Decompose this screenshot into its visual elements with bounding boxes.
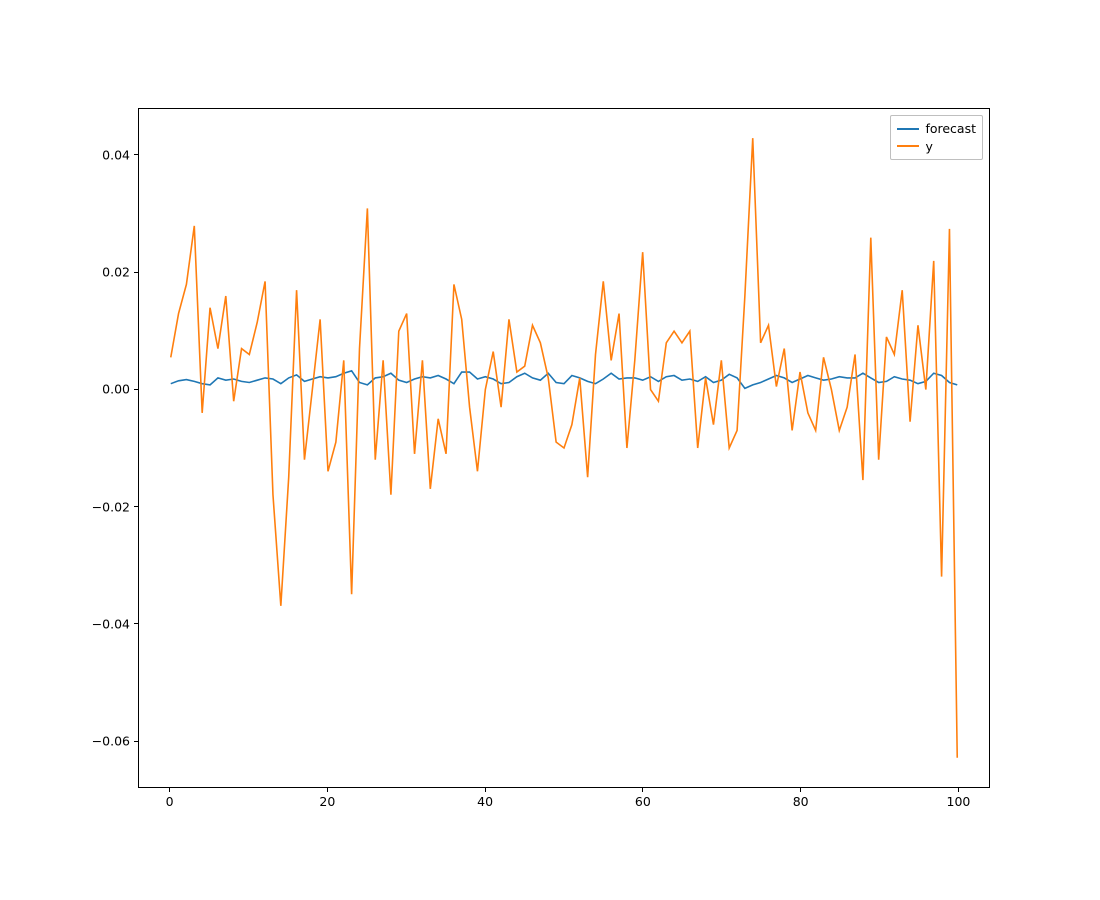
y-tick-label: −0.04 [92,616,130,631]
axes: forecasty [138,108,990,788]
y-tick-mark [134,506,138,507]
y-tick-mark [134,623,138,624]
y-tick-label: 0.04 [102,147,130,162]
x-tick-mark [642,788,643,792]
legend-label: y [925,138,932,156]
plot-canvas [139,109,989,787]
x-tick-mark [169,788,170,792]
x-tick-mark [800,788,801,792]
x-tick-label: 40 [477,794,493,809]
series-forecast [171,371,957,389]
x-tick-label: 20 [319,794,335,809]
x-tick-label: 0 [166,794,174,809]
legend-swatch [897,128,919,130]
legend-swatch [897,145,919,147]
series-y [171,138,957,758]
y-tick-mark [134,272,138,273]
y-tick-label: 0.00 [102,382,130,397]
x-tick-mark [485,788,486,792]
y-tick-label: 0.02 [102,265,130,280]
y-tick-label: −0.02 [92,499,130,514]
y-tick-mark [134,154,138,155]
figure: forecasty 0 20 40 60 80 100 −0.06 −0.04 −0.02 0.0… [0,0,1100,900]
legend: forecasty [890,115,983,160]
legend-label: forecast [925,120,976,138]
x-tick-mark [958,788,959,792]
x-tick-mark [327,788,328,792]
y-tick-mark [134,741,138,742]
x-tick-label: 100 [947,794,971,809]
legend-item: forecast [897,120,976,138]
x-tick-label: 80 [793,794,809,809]
x-tick-label: 60 [635,794,651,809]
y-tick-mark [134,389,138,390]
y-tick-label: −0.06 [92,734,130,749]
legend-item: y [897,138,976,156]
